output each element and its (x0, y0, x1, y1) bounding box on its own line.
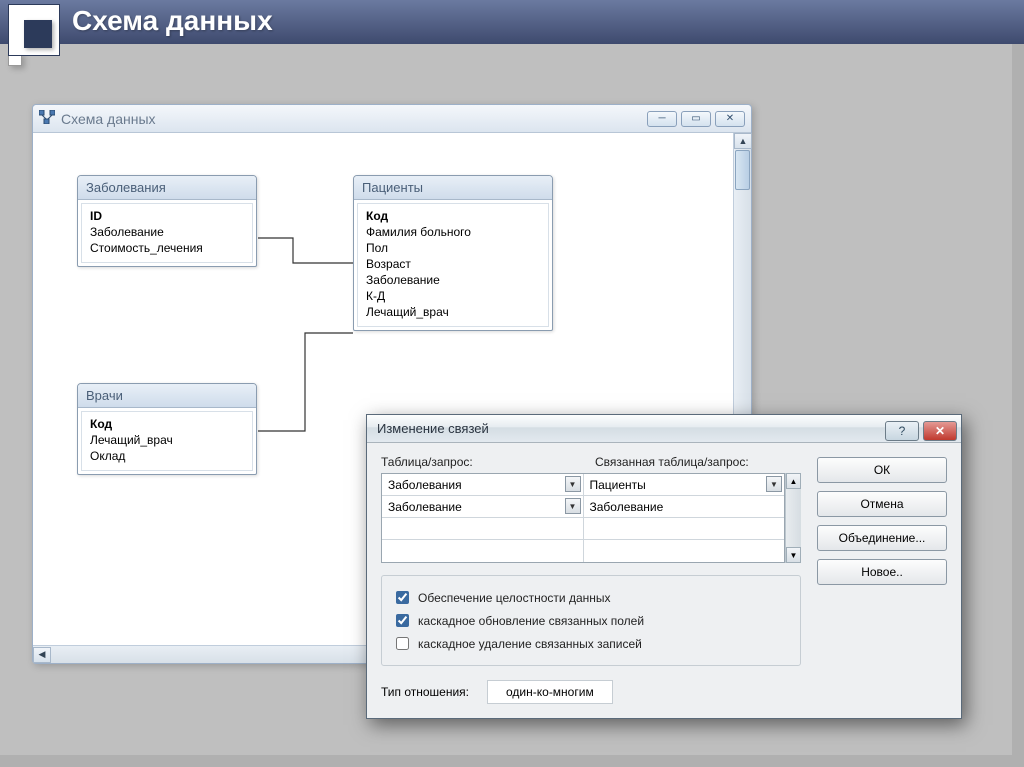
table-vrachi[interactable]: Врачи Код Лечащий_врач Оклад (77, 383, 257, 475)
field-select-right[interactable]: Заболевание (584, 496, 785, 517)
table-select-right[interactable]: Пациенты ▼ (584, 474, 785, 495)
dialog-titlebar[interactable]: Изменение связей ? ✕ (367, 415, 961, 443)
table-field[interactable]: Код (88, 416, 250, 432)
join-button[interactable]: Объединение... (817, 525, 947, 551)
dialog-title: Изменение связей (377, 421, 489, 436)
close-button[interactable]: ✕ (715, 111, 745, 127)
table-zabolevaniya[interactable]: Заболевания ID Заболевание Стоимость_леч… (77, 175, 257, 267)
schema-title: Схема данных (61, 111, 156, 127)
scroll-left-icon[interactable]: ◀ (33, 647, 51, 663)
chevron-down-icon[interactable]: ▼ (565, 476, 581, 492)
cancel-button[interactable]: Отмена (817, 491, 947, 517)
table-field[interactable]: Оклад (88, 448, 250, 464)
slide-bullet-icon (8, 4, 60, 56)
table-field[interactable]: Лечащий_врач (364, 304, 546, 320)
schema-titlebar[interactable]: Схема данных ─ ▭ ✕ (33, 105, 751, 133)
table-field[interactable]: Возраст (364, 256, 546, 272)
scroll-down-icon[interactable]: ▼ (786, 547, 801, 563)
empty-field-right[interactable] (584, 540, 785, 562)
minimize-button[interactable]: ─ (647, 111, 677, 127)
scroll-thumb[interactable] (735, 150, 750, 190)
empty-field-left[interactable] (382, 518, 584, 539)
field-select-left[interactable]: Заболевание ▼ (382, 496, 584, 517)
integrity-group: Обеспечение целостности данных каскадное… (381, 575, 801, 666)
table-field[interactable]: Лечащий_врач (88, 432, 250, 448)
relation-type-label: Тип отношения: (381, 685, 469, 699)
empty-field-right[interactable] (584, 518, 785, 539)
empty-field-left[interactable] (382, 540, 584, 562)
chevron-down-icon[interactable]: ▼ (766, 476, 782, 492)
relation-type-value: один-ко-многим (487, 680, 613, 704)
table-field[interactable]: Пол (364, 240, 546, 256)
table-field[interactable]: Фамилия больного (364, 224, 546, 240)
table-patsienty[interactable]: Пациенты Код Фамилия больного Пол Возрас… (353, 175, 553, 331)
table-select-left[interactable]: Заболевания ▼ (382, 474, 584, 495)
scroll-up-icon[interactable]: ▲ (786, 473, 801, 489)
relationships-icon (39, 110, 55, 127)
checkbox-cascade-delete[interactable]: каскадное удаление связанных записей (392, 634, 796, 653)
table-field[interactable]: Стоимость_лечения (88, 240, 250, 256)
table-title: Врачи (78, 384, 256, 408)
checkbox-cascade-update[interactable]: каскадное обновление связанных полей (392, 611, 796, 630)
checkbox-integrity[interactable]: Обеспечение целостности данных (392, 588, 796, 607)
table-field[interactable]: К-Д (364, 288, 546, 304)
ok-button[interactable]: ОК (817, 457, 947, 483)
label-table-query: Таблица/запрос: (381, 455, 587, 469)
relationship-grid[interactable]: Заболевания ▼ Пациенты ▼ Заболевание (381, 473, 785, 563)
table-field[interactable]: Код (364, 208, 546, 224)
grid-scrollbar[interactable]: ▲ ▼ (785, 473, 801, 563)
table-field[interactable]: Заболевание (364, 272, 546, 288)
edit-relationships-dialog: Изменение связей ? ✕ Таблица/запрос: Свя… (366, 414, 962, 719)
dialog-close-button[interactable]: ✕ (923, 421, 957, 441)
slide-title: Схема данных (0, 0, 1024, 44)
label-related-table-query: Связанная таблица/запрос: (595, 455, 801, 469)
help-button[interactable]: ? (885, 421, 919, 441)
table-field[interactable]: Заболевание (88, 224, 250, 240)
scroll-up-icon[interactable]: ▲ (734, 133, 752, 149)
table-title: Пациенты (354, 176, 552, 200)
slide-body: Схема данных ─ ▭ ✕ Заболевания ID Заболе… (0, 44, 1012, 755)
chevron-down-icon[interactable]: ▼ (565, 498, 581, 514)
table-field[interactable]: ID (88, 208, 250, 224)
table-title: Заболевания (78, 176, 256, 200)
maximize-button[interactable]: ▭ (681, 111, 711, 127)
new-button[interactable]: Новое.. (817, 559, 947, 585)
